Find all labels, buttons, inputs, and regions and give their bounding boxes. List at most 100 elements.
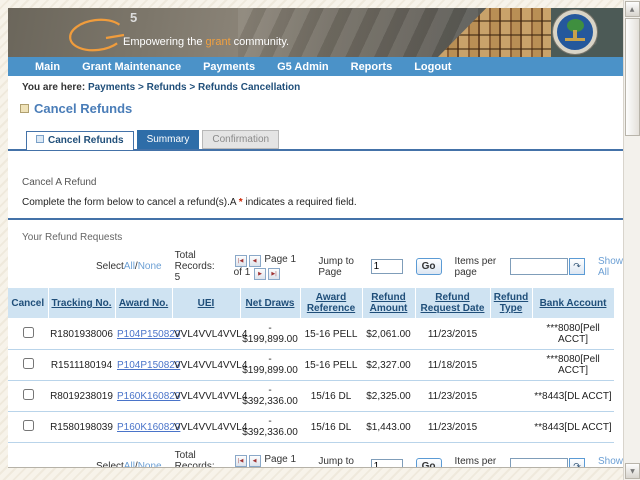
show-all-link[interactable]: Show All bbox=[598, 256, 623, 278]
tracking-no-cell: R1580198039 bbox=[48, 412, 115, 443]
page-nav-group: |◀◀ Page 1 of 1 ▶▶| bbox=[234, 454, 306, 469]
refund-request-date-cell: 11/23/2015 bbox=[415, 319, 490, 350]
prev-page-button[interactable]: ◀ bbox=[249, 455, 261, 467]
refund-amount-cell: $2,061.00 bbox=[362, 319, 415, 350]
refund-requests-header: Your Refund Requests bbox=[22, 232, 623, 243]
refund-amount-cell: $2,327.00 bbox=[362, 350, 415, 381]
award-no-link[interactable]: P160K160829 bbox=[117, 391, 180, 402]
select-all-link[interactable]: All bbox=[124, 461, 135, 468]
uei-cell: VVL4VVL4VVL4 bbox=[172, 350, 240, 381]
scroll-up-button[interactable]: ▲ bbox=[625, 1, 640, 17]
select-none-link[interactable]: None bbox=[138, 461, 162, 468]
column-header-cancel: Cancel bbox=[8, 288, 48, 319]
section-divider bbox=[8, 218, 623, 220]
cancel-cell bbox=[8, 319, 48, 350]
nav-g5-admin[interactable]: G5 Admin bbox=[277, 61, 329, 73]
nav-payments[interactable]: Payments bbox=[203, 61, 255, 73]
browser-viewport: 5 Empowering the grant community. Main G… bbox=[0, 0, 640, 480]
award-no-cell: P160K160829 bbox=[115, 412, 172, 443]
go-button[interactable]: Go bbox=[416, 458, 442, 468]
go-button[interactable]: Go bbox=[416, 258, 442, 275]
g5-page: 5 Empowering the grant community. Main G… bbox=[8, 8, 623, 468]
tab-cancel-refunds-label: Cancel Refunds bbox=[48, 135, 124, 146]
column-header-tracking-no: Tracking No. bbox=[48, 288, 115, 319]
select-all-link[interactable]: All bbox=[124, 261, 135, 272]
net-draws-cell: -$199,899.00 bbox=[240, 350, 300, 381]
scrollbar-thumb[interactable] bbox=[625, 18, 640, 136]
net-draws-amount: $392,336.00 bbox=[242, 396, 298, 407]
breadcrumb-prefix: You are here: bbox=[22, 82, 85, 93]
award-no-link[interactable]: P104P150829 bbox=[117, 329, 180, 340]
net-draws-cell: -$199,899.00 bbox=[240, 319, 300, 350]
cancel-checkbox[interactable] bbox=[23, 327, 34, 338]
net-draws-sign: - bbox=[242, 416, 298, 427]
tagline-post: community. bbox=[231, 36, 289, 48]
net-draws-sign: - bbox=[242, 323, 298, 334]
next-page-button[interactable]: ▶ bbox=[254, 468, 266, 469]
seal-base bbox=[565, 38, 585, 41]
items-per-page-input[interactable] bbox=[510, 258, 568, 275]
last-page-button[interactable]: ▶| bbox=[268, 468, 280, 469]
tab-confirmation: Confirmation bbox=[202, 130, 279, 149]
net-draws-amount: $392,336.00 bbox=[242, 427, 298, 438]
items-per-page-apply-button[interactable]: ↷ bbox=[569, 458, 585, 468]
jump-to-page-label: Jump to Page bbox=[318, 456, 357, 469]
select-label: Select bbox=[96, 261, 124, 272]
breadcrumb-links[interactable]: Payments > Refunds > Refunds Cancellatio… bbox=[88, 82, 300, 93]
net-draws-amount: $199,899.00 bbox=[242, 365, 298, 376]
breadcrumb: You are here: Payments > Refunds > Refun… bbox=[22, 82, 623, 93]
cancel-checkbox[interactable] bbox=[23, 420, 34, 431]
nav-reports[interactable]: Reports bbox=[351, 61, 393, 73]
tab-cancel-refunds[interactable]: Cancel Refunds bbox=[26, 131, 134, 150]
items-per-page-apply-button[interactable]: ↷ bbox=[569, 258, 585, 275]
scroll-down-button[interactable]: ▼ bbox=[625, 463, 640, 479]
cancel-checkbox[interactable] bbox=[23, 358, 34, 369]
vertical-scrollbar[interactable]: ▲ ▼ bbox=[623, 0, 640, 480]
net-draws-sign: - bbox=[242, 354, 298, 365]
jump-to-page-input[interactable] bbox=[371, 459, 403, 468]
pager-bottom: SelectAll/None Total Records: 5 |◀◀ Page… bbox=[8, 450, 623, 468]
nav-logout[interactable]: Logout bbox=[414, 61, 451, 73]
table-row: R1511180194 P104P150829 VVL4VVL4VVL4 -$1… bbox=[8, 350, 614, 381]
first-page-button[interactable]: |◀ bbox=[235, 455, 247, 467]
award-no-cell: P104P150829 bbox=[115, 319, 172, 350]
net-draws-cell: -$392,336.00 bbox=[240, 412, 300, 443]
select-group: SelectAll/None bbox=[96, 261, 162, 272]
award-reference-cell: 15-16 PELL bbox=[300, 319, 362, 350]
section-heading: Cancel A Refund bbox=[22, 177, 623, 188]
jump-to-page-input[interactable] bbox=[371, 259, 403, 274]
tab-summary[interactable]: Summary bbox=[137, 130, 200, 149]
select-none-link[interactable]: None bbox=[138, 261, 162, 272]
award-no-link[interactable]: P104P150829 bbox=[117, 360, 180, 371]
award-reference-cell: 15-16 PELL bbox=[300, 350, 362, 381]
seal-tree-trunk bbox=[573, 30, 577, 38]
net-draws-sign: - bbox=[242, 385, 298, 396]
refund-type-cell bbox=[490, 319, 532, 350]
first-page-button[interactable]: |◀ bbox=[235, 255, 247, 267]
tagline: Empowering the grant community. bbox=[123, 36, 289, 48]
page-title-text: Cancel Refunds bbox=[34, 101, 132, 116]
cancel-checkbox[interactable] bbox=[23, 389, 34, 400]
cancel-cell bbox=[8, 350, 48, 381]
tracking-no-cell: R1511180194 bbox=[48, 350, 115, 381]
column-header-uei: UEI bbox=[172, 288, 240, 319]
column-header-award-reference: Award Reference bbox=[300, 288, 362, 319]
bank-account-cell: **8443[DL ACCT] bbox=[532, 381, 614, 412]
tracking-no-cell: R1801938006 bbox=[48, 319, 115, 350]
table-row: R1580198039 P160K160829 VVL4VVL4VVL4 -$3… bbox=[8, 412, 614, 443]
next-page-button[interactable]: ▶ bbox=[254, 268, 266, 280]
nav-main[interactable]: Main bbox=[35, 61, 60, 73]
award-no-link[interactable]: P160K160829 bbox=[117, 422, 180, 433]
show-all-link[interactable]: Show All bbox=[598, 456, 623, 469]
items-per-page-input[interactable] bbox=[510, 458, 568, 468]
items-per-page-label: Items per page bbox=[455, 256, 497, 278]
tracking-no-cell: R8019238019 bbox=[48, 381, 115, 412]
dept-of-education-seal-icon bbox=[553, 10, 597, 54]
total-records: Total Records: 5 bbox=[175, 450, 221, 468]
column-header-bank-account: Bank Account bbox=[532, 288, 614, 319]
last-page-button[interactable]: ▶| bbox=[268, 268, 280, 280]
tab-strip: Cancel Refunds Summary Confirmation bbox=[8, 130, 623, 151]
prev-page-button[interactable]: ◀ bbox=[249, 255, 261, 267]
nav-grant-maintenance[interactable]: Grant Maintenance bbox=[82, 61, 181, 73]
bank-account-cell: ***8080[Pell ACCT] bbox=[532, 350, 614, 381]
